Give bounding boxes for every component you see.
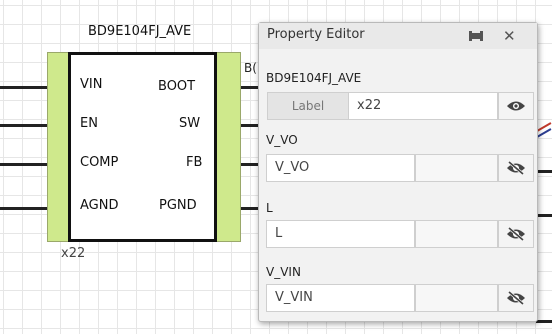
- field-value-v-vo[interactable]: V_VO: [266, 154, 415, 182]
- field-name-l: L: [266, 201, 273, 215]
- panel-title: Property Editor: [267, 27, 365, 42]
- wire-pgnd: [241, 207, 259, 210]
- pin-bar-left: [47, 52, 69, 242]
- property-editor-panel: Property Editor ✕ BD9E104FJ_AVE Label x2…: [258, 22, 538, 322]
- field-name-v-vo: V_VO: [266, 133, 298, 147]
- field-value-l[interactable]: L: [266, 220, 415, 248]
- eye-off-icon: [507, 226, 525, 242]
- wire-agnd: [0, 207, 48, 210]
- field-visibility-v-vo[interactable]: [498, 154, 534, 182]
- label-visibility-toggle[interactable]: [498, 92, 534, 120]
- pin-comp: COMP: [80, 155, 119, 170]
- field-extra-v-vo[interactable]: [415, 154, 498, 182]
- pin-vin: VIN: [80, 77, 103, 92]
- wire-vin: [0, 86, 48, 89]
- net-label-partial: B(: [244, 61, 257, 75]
- wire-comp: [0, 163, 48, 166]
- field-extra-v-vin[interactable]: [415, 284, 498, 312]
- field-visibility-v-vin[interactable]: [498, 284, 534, 312]
- pin-agnd: AGND: [80, 198, 119, 213]
- wire-right-5: [536, 320, 552, 323]
- pin-fb: FB: [186, 155, 203, 170]
- pin-bar-right: [215, 52, 241, 242]
- field-name-v-vin: V_VIN: [266, 265, 301, 279]
- field-extra-l[interactable]: [415, 220, 498, 248]
- component-ref: x22: [61, 246, 86, 261]
- pin-icon[interactable]: [468, 28, 484, 44]
- wire-sw: [241, 124, 259, 127]
- close-icon[interactable]: ✕: [503, 27, 516, 45]
- eye-icon: [507, 101, 525, 111]
- pin-boot: BOOT: [158, 79, 196, 94]
- wire-right-3: [536, 170, 552, 173]
- pin-en: EN: [80, 116, 98, 131]
- field-visibility-l[interactable]: [498, 220, 534, 248]
- pin-sw: SW: [179, 116, 201, 131]
- pin-pgnd: PGND: [159, 198, 197, 213]
- label-value-field[interactable]: x22: [348, 92, 498, 120]
- wire-right-4: [536, 214, 552, 217]
- eye-off-icon: [507, 290, 525, 306]
- field-value-v-vin[interactable]: V_VIN: [266, 284, 415, 312]
- wire-en: [0, 124, 48, 127]
- label-button[interactable]: Label: [267, 92, 349, 120]
- wire-fb: [241, 163, 259, 166]
- eye-off-icon: [507, 160, 525, 176]
- component-name: BD9E104FJ_AVE: [88, 24, 192, 39]
- wire-boot: [241, 86, 259, 89]
- part-name-label: BD9E104FJ_AVE: [266, 71, 362, 85]
